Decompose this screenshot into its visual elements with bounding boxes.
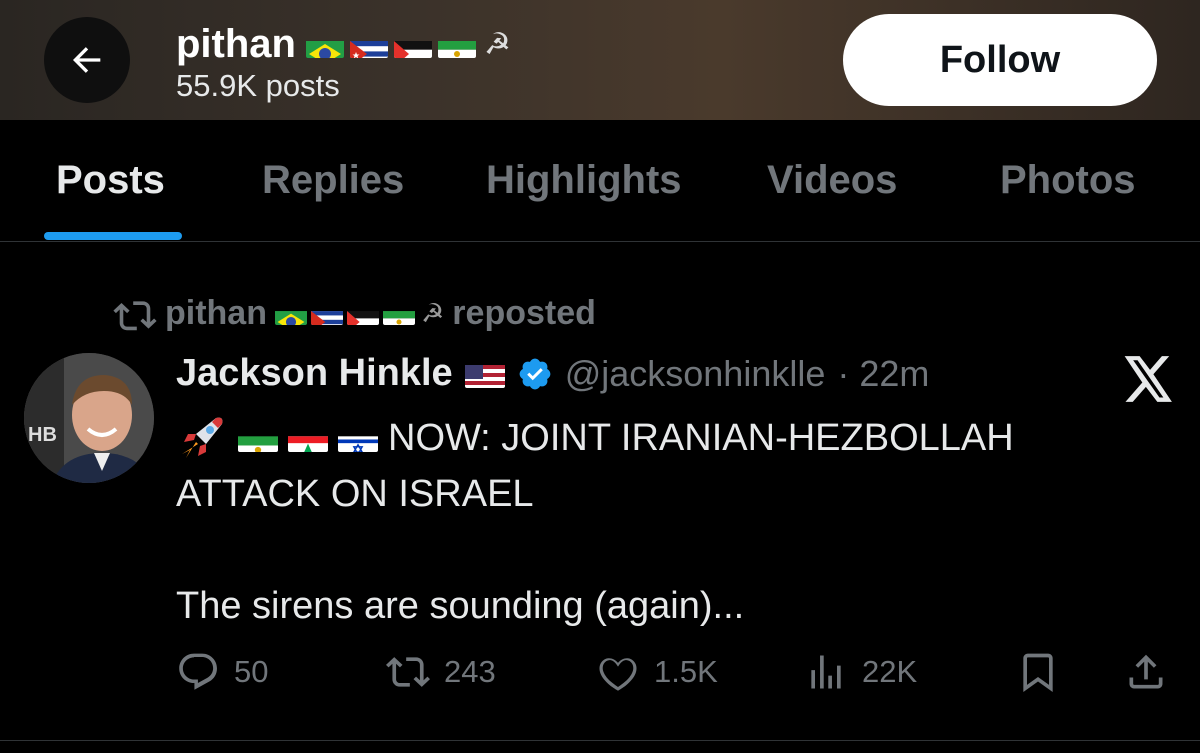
iran-flag-icon: [238, 424, 278, 452]
repost-icon: [113, 300, 157, 330]
avatar[interactable]: HB: [24, 353, 154, 483]
repost-author: pithan: [165, 294, 267, 332]
arrow-left-icon: [73, 47, 101, 73]
bookmark-icon: [1023, 653, 1053, 692]
profile-name-row: pithan ☭: [176, 22, 511, 67]
usa-flag-icon: [464, 360, 505, 388]
iran-flag-icon: [437, 32, 476, 58]
repost-count: 243: [444, 654, 496, 689]
follow-button[interactable]: Follow: [843, 14, 1157, 106]
active-tab-indicator: [44, 232, 182, 240]
views-count: 22K: [862, 654, 918, 689]
tweet-actions: 50 243 1.5K 22K: [0, 650, 1200, 704]
views-button[interactable]: 22K: [804, 650, 917, 694]
views-chart-icon: [811, 655, 841, 689]
tab-highlights[interactable]: Highlights: [486, 158, 682, 203]
reply-icon: [179, 653, 217, 690]
repost-suffix: reposted: [452, 294, 596, 332]
verified-badge-icon: [519, 358, 551, 389]
tweet-text-line1: NOW: JOINT IRANIAN-HEZBOLLAH: [388, 417, 1014, 459]
like-count: 1.5K: [654, 654, 718, 689]
tab-posts[interactable]: Posts: [56, 158, 165, 203]
tweet-text: NOW: JOINT IRANIAN-HEZBOLLAH ATTACK ON I…: [176, 410, 1136, 634]
reply-button[interactable]: 50: [176, 650, 268, 694]
post-time[interactable]: · 22m: [837, 353, 929, 395]
lebanon-flag-icon: [288, 424, 328, 452]
share-icon: [1129, 654, 1163, 689]
brazil-flag-icon: [274, 303, 307, 325]
reply-count: 50: [234, 654, 269, 689]
post-count: 55.9K posts: [176, 68, 340, 103]
hammer-sickle-icon: ☭: [483, 28, 511, 61]
repost-context[interactable]: pithan ☭ reposted: [113, 294, 596, 333]
divider: [0, 740, 1200, 741]
like-button[interactable]: 1.5K: [596, 650, 718, 694]
author-name[interactable]: Jackson Hinkle: [176, 352, 453, 395]
tweet-text-line2: ATTACK ON ISRAEL: [176, 473, 534, 515]
tab-photos[interactable]: Photos: [1000, 158, 1136, 203]
author-handle[interactable]: @jacksonhinklle: [565, 353, 826, 395]
profile-header: pithan ☭ 55.9K posts Follow: [0, 0, 1200, 120]
israel-flag-icon: [338, 424, 378, 452]
palestine-flag-icon: [346, 303, 379, 325]
hammer-sickle-icon: ☭: [420, 298, 445, 328]
cuba-flag-icon: [310, 303, 343, 325]
profile-tabs: Posts Replies Highlights Videos Photos: [0, 120, 1200, 242]
repost-button[interactable]: 243: [386, 650, 496, 694]
repost-icon: [386, 657, 430, 687]
tab-videos[interactable]: Videos: [767, 158, 897, 203]
rocket-icon: [176, 412, 228, 464]
palestine-flag-icon: [393, 32, 432, 58]
profile-name: pithan: [176, 22, 296, 66]
heart-icon: [599, 658, 637, 691]
cuba-flag-icon: [349, 32, 388, 58]
brazil-flag-icon: [305, 32, 344, 58]
svg-text:HB: HB: [28, 424, 57, 446]
tweet-text-line3: The sirens are sounding (again)...: [176, 585, 745, 627]
back-button[interactable]: [44, 17, 130, 103]
bookmark-button[interactable]: [1016, 650, 1060, 694]
avatar-image: HB: [24, 353, 154, 483]
tab-replies[interactable]: Replies: [262, 158, 404, 203]
iran-flag-icon: [382, 303, 415, 325]
tweet-author-line: Jackson Hinkle @jacksonhinklle · 22m: [176, 352, 929, 395]
x-logo-icon[interactable]: [1124, 356, 1174, 402]
share-button[interactable]: [1124, 650, 1168, 694]
